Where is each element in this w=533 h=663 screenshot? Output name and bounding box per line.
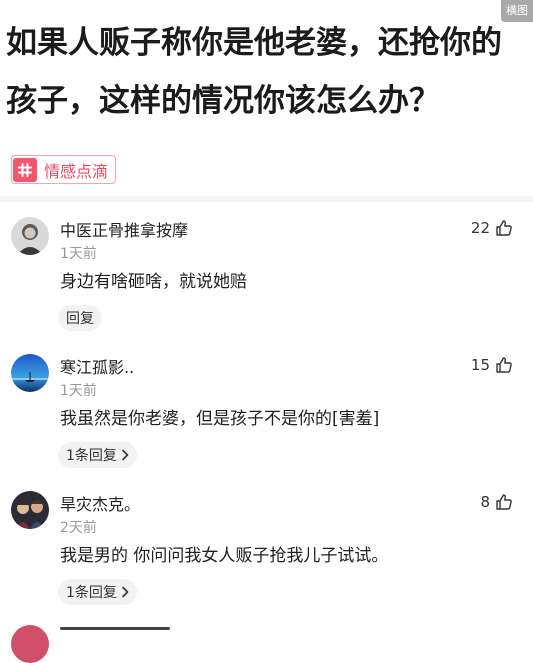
thumbs-up-icon <box>496 494 512 510</box>
question-title: 如果人贩子称你是他老婆，还抢你的孩子，这样的情况你该怎么办？ <box>6 25 502 119</box>
comment-author[interactable]: 旱灾杰克。 <box>60 491 140 515</box>
like-button[interactable]: 22 <box>471 219 513 237</box>
avatar[interactable] <box>11 625 49 663</box>
comment-text: 身边有啥砸啥，就说她赔 <box>60 272 247 292</box>
thumbs-up-icon <box>496 357 512 373</box>
like-button[interactable]: 8 <box>480 493 513 511</box>
thumbs-up-icon <box>496 220 512 236</box>
replies-button[interactable]: 1条回复 <box>58 579 137 605</box>
comment-item-partial <box>0 622 533 663</box>
comment-text: 我虽然是你老婆，但是孩子不是你的[害羞] <box>60 409 380 429</box>
avatar[interactable] <box>11 217 49 255</box>
comment-author[interactable]: 中医正骨推拿按摩 <box>60 217 188 241</box>
comment-text: 我是男的 你问问我女人贩子抢我儿子试试。 <box>60 546 389 566</box>
reply-label: 1条回复 <box>66 585 117 601</box>
like-count: 15 <box>470 356 490 374</box>
hash-icon <box>13 157 37 182</box>
like-count: 8 <box>480 493 490 511</box>
reply-button[interactable]: 回复 <box>58 305 102 331</box>
avatar[interactable] <box>11 354 49 392</box>
comment-time: 2天前 <box>60 520 97 536</box>
chevron-right-icon <box>122 449 129 461</box>
topic-tag[interactable]: 情感点滴 <box>11 155 117 184</box>
comment-time: 1天前 <box>60 383 97 399</box>
comment-time: 1天前 <box>60 246 97 262</box>
like-count: 22 <box>470 219 490 237</box>
replies-button[interactable]: 1条回复 <box>58 442 137 468</box>
chevron-right-icon <box>122 586 129 598</box>
topic-tag-label: 情感点滴 <box>44 161 109 181</box>
reply-label: 1条回复 <box>66 448 117 464</box>
reply-label: 回复 <box>66 311 94 327</box>
avatar[interactable] <box>11 491 49 529</box>
section-divider <box>0 196 533 202</box>
like-button[interactable]: 15 <box>471 356 513 374</box>
comment-author[interactable]: 寒江孤影.. <box>60 354 134 378</box>
